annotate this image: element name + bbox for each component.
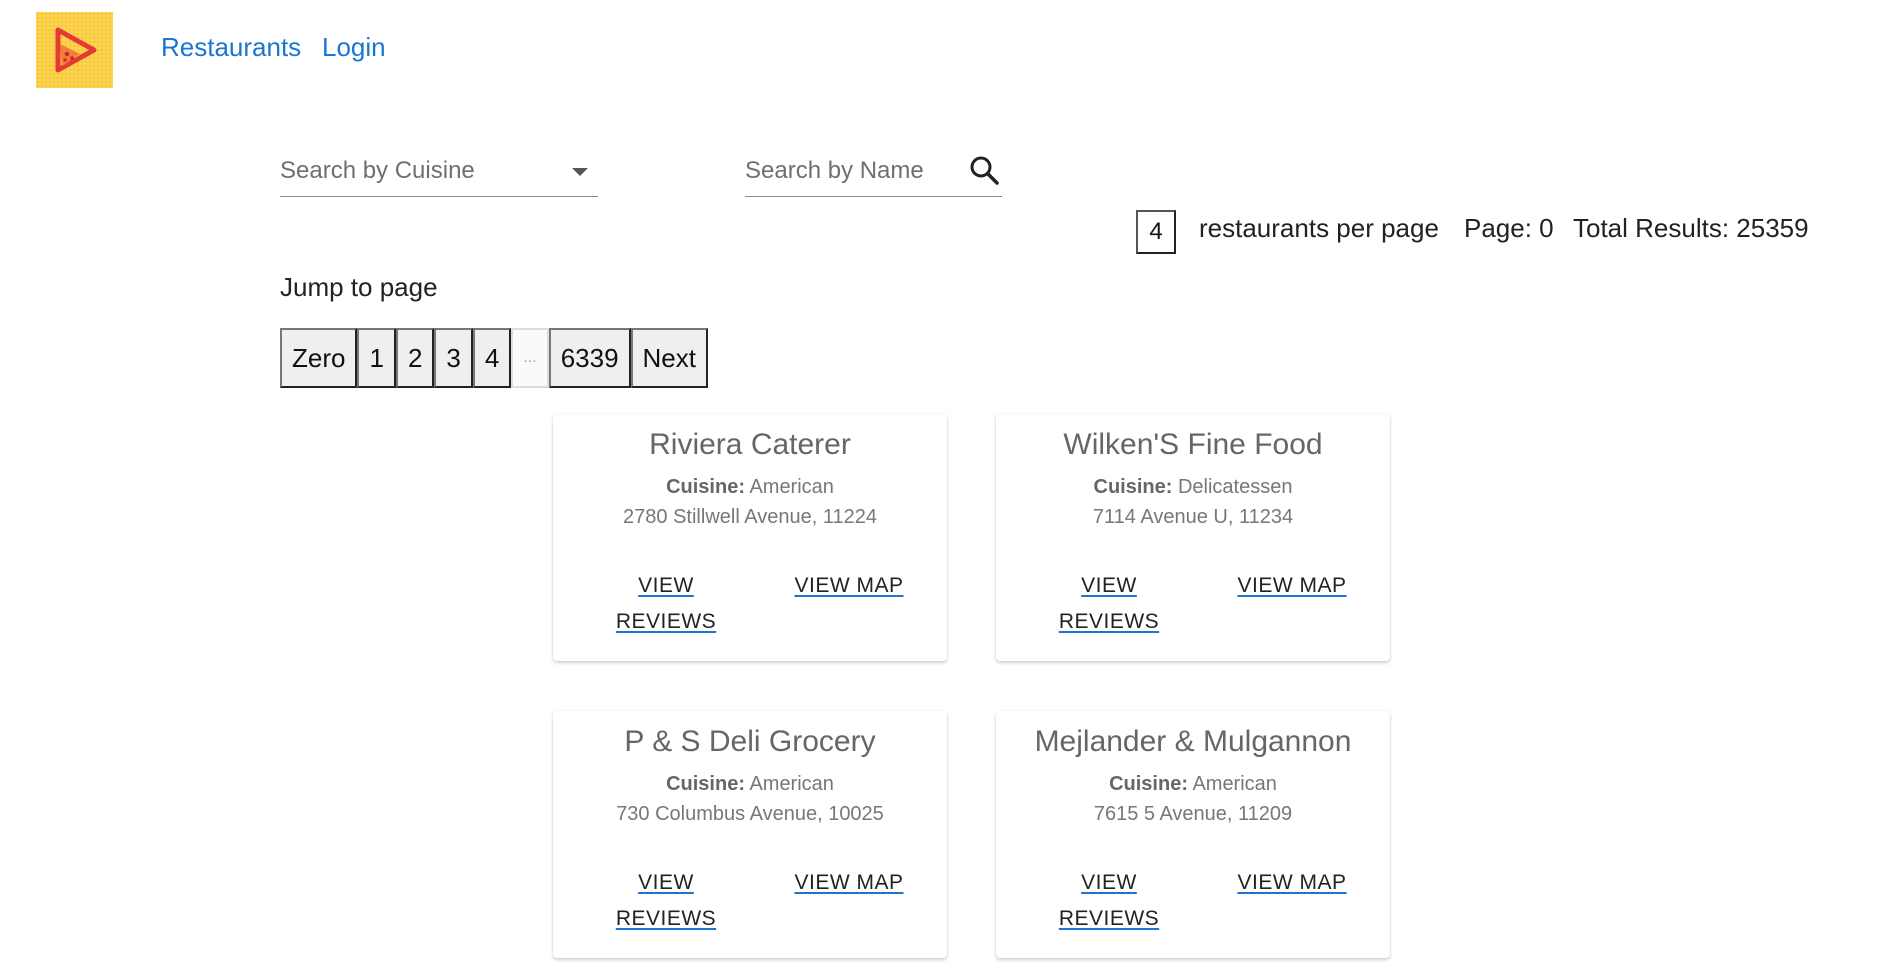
pagination: Zero 1 2 3 4 ... 6339 Next	[280, 328, 708, 388]
restaurant-card: P & S Deli Grocery Cuisine: American 730…	[553, 711, 947, 958]
per-page-label: restaurants per page	[1199, 213, 1439, 243]
cuisine-value: American	[749, 773, 834, 795]
view-reviews-link[interactable]: VIEW REVIEWS	[1054, 865, 1164, 937]
restaurant-card: Mejlander & Mulgannon Cuisine: American …	[996, 711, 1390, 958]
restaurant-name: Riviera Caterer	[649, 428, 851, 461]
view-map-link[interactable]: VIEW MAP	[789, 865, 909, 901]
total-results-label: Total Results: 25359	[1573, 213, 1809, 243]
page-button-zero[interactable]: Zero	[280, 328, 358, 388]
cuisine-value: Delicatessen	[1177, 476, 1293, 498]
nav-login-link[interactable]: Login	[322, 32, 386, 63]
restaurant-cuisine: Cuisine: Delicatessen	[996, 476, 1390, 499]
view-reviews-line1: VIEW	[1081, 574, 1137, 597]
chevron-down-icon	[572, 168, 588, 176]
view-reviews-line1: VIEW	[638, 574, 694, 597]
restaurant-address: 7615 5 Avenue, 11209	[1093, 803, 1293, 825]
view-reviews-link[interactable]: VIEW REVIEWS	[1054, 568, 1164, 640]
nav-restaurants-link[interactable]: Restaurants	[161, 32, 301, 63]
view-reviews-line2: REVIEWS	[615, 610, 717, 633]
restaurant-name: Mejlander & Mulgannon	[1034, 725, 1352, 758]
search-button[interactable]	[968, 154, 1002, 188]
name-search-placeholder: Search by Name	[745, 157, 924, 184]
current-page-label: Page: 0	[1464, 213, 1554, 243]
restaurant-cuisine: Cuisine: American	[553, 476, 947, 499]
search-icon	[970, 156, 999, 185]
view-reviews-line2: REVIEWS	[1058, 610, 1160, 633]
view-reviews-line2: REVIEWS	[615, 907, 717, 930]
page-button-3[interactable]: 3	[434, 328, 473, 388]
page-ellipsis: ...	[511, 328, 549, 388]
restaurant-cuisine: Cuisine: American	[553, 773, 947, 796]
view-reviews-link[interactable]: VIEW REVIEWS	[611, 568, 721, 640]
restaurant-name: Wilken'S Fine Food	[1063, 428, 1323, 461]
cuisine-select-placeholder: Search by Cuisine	[280, 157, 475, 184]
restaurant-name: P & S Deli Grocery	[624, 725, 876, 758]
cuisine-label: Cuisine:	[1109, 773, 1188, 795]
view-map-link[interactable]: VIEW MAP	[1232, 865, 1352, 901]
next-page-button[interactable]: Next	[630, 328, 708, 388]
view-map-link[interactable]: VIEW MAP	[789, 568, 909, 604]
restaurant-address: 7114 Avenue U, 11234	[1092, 506, 1294, 528]
view-reviews-line1: VIEW	[638, 871, 694, 894]
view-reviews-line2: REVIEWS	[1058, 907, 1160, 930]
cuisine-label: Cuisine:	[1093, 476, 1173, 498]
view-map-link[interactable]: VIEW MAP	[1232, 568, 1352, 604]
name-search-input[interactable]: Search by Name	[745, 146, 1002, 197]
food-play-logo-icon	[55, 27, 96, 73]
view-reviews-line1: VIEW	[1081, 871, 1137, 894]
view-reviews-link[interactable]: VIEW REVIEWS	[611, 865, 721, 937]
restaurant-card: Wilken'S Fine Food Cuisine: Delicatessen…	[996, 414, 1390, 661]
page-button-1[interactable]: 1	[357, 328, 396, 388]
jump-to-page-label: Jump to page	[280, 272, 438, 302]
cuisine-value: American	[1192, 773, 1277, 795]
restaurant-card: Riviera Caterer Cuisine: American 2780 S…	[553, 414, 947, 661]
restaurant-address: 2780 Stillwell Avenue, 11224	[623, 506, 877, 528]
cuisine-label: Cuisine:	[666, 476, 745, 498]
app-logo[interactable]	[36, 12, 113, 88]
restaurant-address: 730 Columbus Avenue, 10025	[616, 803, 884, 825]
per-page-input[interactable]: 4	[1136, 210, 1176, 254]
page-button-last[interactable]: 6339	[548, 328, 631, 388]
cuisine-value: American	[749, 476, 834, 498]
cuisine-label: Cuisine:	[666, 773, 745, 795]
cuisine-select[interactable]: Search by Cuisine	[280, 146, 598, 197]
page-button-4[interactable]: 4	[472, 328, 512, 388]
restaurant-cuisine: Cuisine: American	[996, 773, 1390, 796]
page-button-2[interactable]: 2	[395, 328, 435, 388]
